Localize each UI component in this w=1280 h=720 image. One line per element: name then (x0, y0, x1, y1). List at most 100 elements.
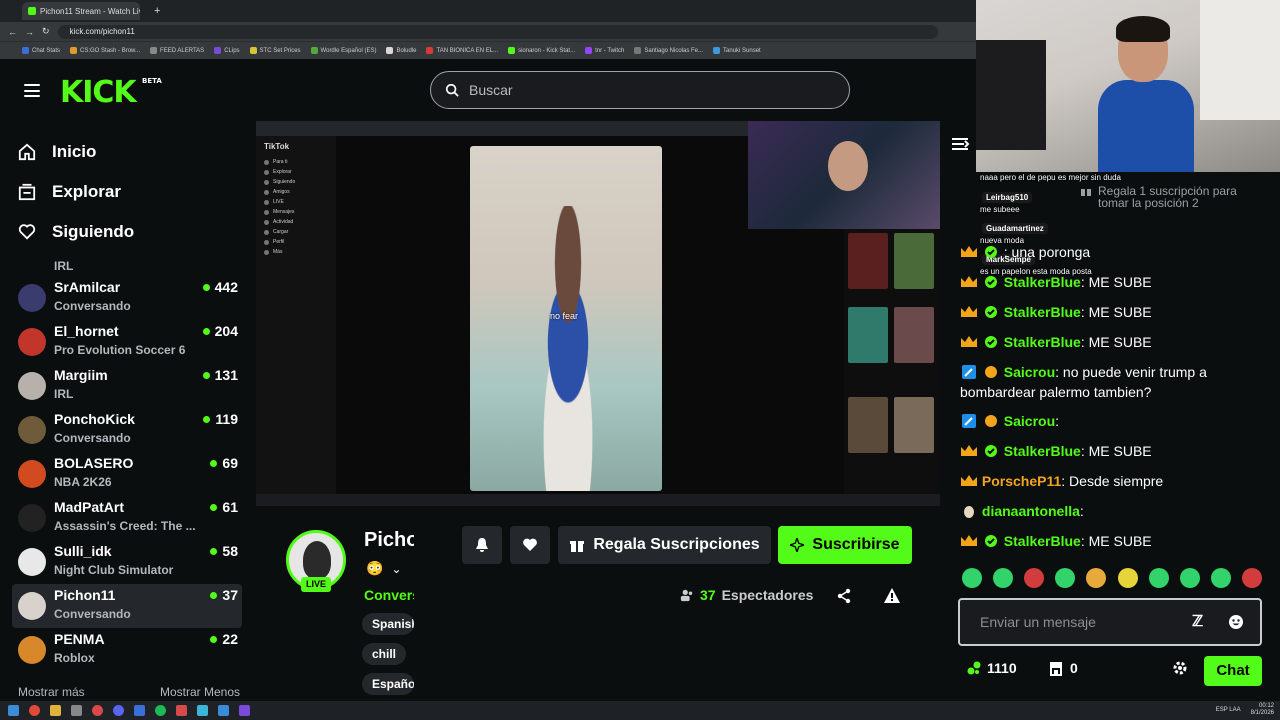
send-chat-button[interactable]: Chat (1204, 656, 1262, 686)
collapse-chat-icon[interactable] (950, 136, 970, 152)
app-icon[interactable] (176, 705, 187, 716)
chat-username[interactable]: Saicrou (1004, 413, 1055, 429)
app-icon[interactable] (218, 705, 229, 716)
language-indicator[interactable]: ESP LAA (1216, 707, 1241, 713)
chat-message[interactable]: dianaantonella: (960, 501, 1275, 521)
sidebar-channel[interactable]: Sulli_idk Night Club Simulator 58 (12, 540, 242, 584)
forward-icon[interactable]: → (25, 27, 34, 37)
windows-start-icon[interactable] (8, 705, 19, 716)
sidebar-channel[interactable]: PonchoKick Conversando 119 (12, 408, 242, 452)
emote-icon[interactable] (1210, 568, 1231, 588)
bookmark[interactable]: Tanuki Sunset (713, 47, 761, 54)
notifications-button[interactable] (462, 526, 502, 564)
bookmark[interactable]: FEED ALERTAS (150, 47, 204, 54)
emote-icon[interactable] (1148, 568, 1169, 588)
chevron-down-icon[interactable]: ⌄ (391, 562, 401, 576)
stream-tag[interactable]: Spanish (362, 613, 414, 635)
streamer-name[interactable]: Pichon11 (364, 529, 414, 552)
share-icon[interactable] (836, 588, 852, 604)
bookmark[interactable]: Santiago Nicolas Fe... (634, 47, 703, 54)
chat-message[interactable]: PorscheP11: Desde siempre (960, 471, 1275, 491)
app-icon[interactable] (92, 705, 103, 716)
bookmark[interactable]: TAN BIONICA EN EL... (426, 47, 498, 54)
bookmark[interactable]: Boludle (386, 47, 416, 54)
stream-tag[interactable]: Español (362, 673, 414, 695)
emote-icon[interactable] (962, 568, 982, 588)
sidebar-channel[interactable]: Margiim IRL 131 (12, 364, 242, 408)
gift-promo[interactable]: Regala 1 suscripción para tomar la posici… (1080, 185, 1237, 209)
channel-points[interactable]: 1110 (966, 660, 1017, 676)
discord-icon[interactable] (113, 705, 124, 716)
chat-message[interactable]: StalkerBlue: ME SUBE (960, 531, 1275, 551)
bookmark[interactable]: Chat Stats (22, 47, 60, 54)
chat-message[interactable]: StalkerBlue: ME SUBE (960, 272, 1275, 292)
nav-following[interactable]: Siguiendo (18, 217, 134, 247)
chat-message-input[interactable]: Enviar un mensaje ℤ (958, 598, 1262, 646)
chat-message[interactable]: Saicrou: no puede venir trump a bombarde… (960, 362, 1275, 402)
folder-icon[interactable] (50, 705, 61, 716)
chat-message[interactable]: Saicrou: (960, 411, 1275, 431)
bookmark[interactable]: CLips (214, 47, 240, 54)
bookmark[interactable]: Wordle Español (ES) (310, 47, 376, 54)
app-icon[interactable] (239, 705, 250, 716)
emote-icon[interactable] (1241, 568, 1262, 588)
sidebar-channel[interactable]: Pichon11 Conversando 37 (12, 584, 242, 628)
reload-icon[interactable]: ↻ (42, 26, 50, 37)
bookmark[interactable]: STC Set Prices (249, 47, 301, 54)
nav-browse[interactable]: Explorar (18, 177, 121, 207)
chat-username[interactable]: StalkerBlue (1004, 274, 1081, 290)
emote-icon[interactable] (1086, 568, 1107, 588)
show-less-link[interactable]: Mostrar Menos (160, 685, 240, 699)
sidebar-channel[interactable]: SrAmilcar Conversando 442 (12, 276, 242, 320)
show-more-link[interactable]: Mostrar más (18, 685, 85, 699)
emote-icon[interactable] (1055, 568, 1076, 588)
app-icon[interactable] (71, 705, 82, 716)
follow-button[interactable] (510, 526, 550, 564)
gift-subs-button[interactable]: Regala Suscripciones (558, 526, 771, 564)
search-input[interactable]: Buscar (430, 71, 850, 109)
sidebar-channel[interactable]: BOLASERO NBA 2K26 69 (12, 452, 242, 496)
sidebar-channel[interactable]: MadPatArt Assassin's Creed: The ... 61 (12, 496, 242, 540)
emoji-picker-icon[interactable] (1228, 614, 1244, 630)
spotify-icon[interactable] (155, 705, 166, 716)
store-button[interactable]: 0 (1048, 660, 1078, 676)
clock[interactable]: 00:12 8/1/2026 (1251, 703, 1274, 717)
app-icon[interactable] (134, 705, 145, 716)
nav-home[interactable]: Inicio (18, 137, 96, 167)
stream-tag[interactable]: chill (362, 643, 407, 665)
emote-icon[interactable] (1117, 568, 1138, 588)
app-icon[interactable] (197, 705, 208, 716)
url-field[interactable]: kick.com/pichon11 (57, 24, 938, 39)
bookmark[interactable]: tnr - Twitch (585, 47, 624, 54)
translate-icon[interactable]: ℤ (1192, 612, 1203, 630)
chat-username[interactable]: Saicrou (1004, 364, 1055, 380)
subscribe-button[interactable]: Suscribirse (778, 526, 912, 564)
chat-username[interactable]: StalkerBlue (1004, 334, 1081, 350)
chat-username[interactable]: dianaantonella (982, 503, 1080, 519)
stream-category[interactable]: Conversando (364, 587, 414, 603)
new-tab-icon[interactable]: + (154, 5, 160, 17)
chat-username[interactable]: StalkerBlue (1004, 443, 1081, 459)
emote-icon[interactable] (1024, 568, 1045, 588)
emote-icon[interactable] (1179, 568, 1200, 588)
gear-icon[interactable] (1172, 660, 1188, 676)
sidebar-channel[interactable]: El_hornet Pro Evolution Soccer 6 204 (12, 320, 242, 364)
emote-icon[interactable] (993, 568, 1014, 588)
back-icon[interactable]: ← (8, 27, 17, 37)
chat-message[interactable]: StalkerBlue: ME SUBE (960, 332, 1275, 352)
chat-message[interactable]: : una poronga (960, 242, 1275, 262)
chat-message[interactable]: StalkerBlue: ME SUBE (960, 302, 1275, 322)
video-player[interactable]: TikTok Para ti Explorar Siguiendo Amigos LIV… (256, 121, 940, 506)
sidebar-channel[interactable]: PENMA Roblox 22 (12, 628, 242, 672)
menu-icon[interactable] (24, 84, 40, 97)
chrome-icon[interactable] (29, 705, 40, 716)
bookmark[interactable]: sionaron - Kick Stat... (508, 47, 575, 54)
chat-username[interactable]: PorscheP11 (982, 473, 1061, 489)
chat-username[interactable]: StalkerBlue (1004, 533, 1081, 549)
chat-message[interactable]: StalkerBlue: ME SUBE (960, 441, 1275, 461)
bookmark[interactable]: CS:GO Stash - Brow... (70, 47, 140, 54)
chat-username[interactable]: StalkerBlue (1004, 304, 1081, 320)
kick-logo[interactable]: KICK BETA (60, 75, 162, 110)
report-icon[interactable] (883, 587, 901, 605)
browser-tab[interactable]: Pichon11 Stream - Watch Live (22, 2, 140, 20)
